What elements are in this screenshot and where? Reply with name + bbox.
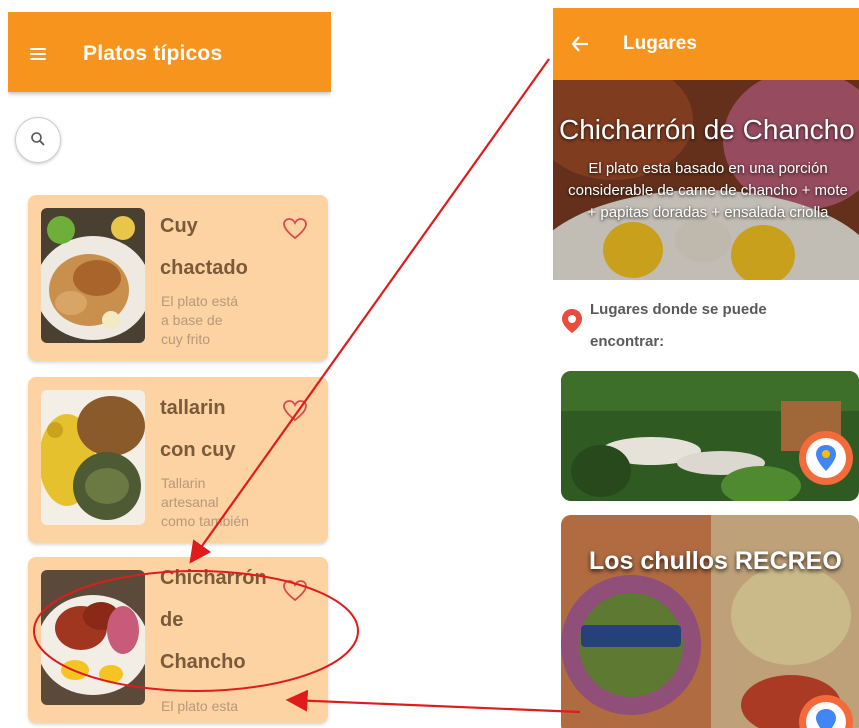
place-card[interactable] bbox=[561, 371, 859, 501]
dish-desc-line: El plato está bbox=[161, 293, 239, 309]
places-label-line: Lugares donde se puede bbox=[590, 301, 767, 318]
dish-name: Chicharrón de Chancho bbox=[160, 557, 290, 683]
places-label-line: encontrar: bbox=[590, 333, 665, 350]
places-section-label: Lugares donde se puede encontrar: bbox=[590, 294, 820, 358]
dish-desc-line: artesanal bbox=[161, 494, 219, 510]
dish-name: tallarin con cuy bbox=[160, 387, 290, 471]
app-bar: Lugares bbox=[553, 8, 859, 80]
annotation-arrow bbox=[285, 689, 581, 714]
dish-name-line: Chancho bbox=[160, 651, 246, 673]
dish-image bbox=[41, 208, 145, 343]
dish-description: El plato esta bbox=[161, 697, 271, 716]
hamburger-icon[interactable] bbox=[30, 48, 46, 60]
dish-name-line: chactado bbox=[160, 257, 248, 279]
maps-icon bbox=[806, 702, 846, 728]
dish-description: Tallarin artesanal como también bbox=[161, 474, 271, 531]
location-pin-icon bbox=[562, 309, 582, 333]
hero-title: Chicharrón de Chancho bbox=[559, 114, 855, 145]
dish-name-line: de bbox=[160, 609, 184, 631]
arrow-left-icon[interactable] bbox=[570, 34, 590, 54]
dish-desc-line: cuy frito bbox=[161, 331, 211, 347]
hero-banner: Chicharrón de Chancho El plato esta basa… bbox=[553, 80, 859, 280]
dish-name-line: Cuy bbox=[160, 215, 198, 237]
heart-icon[interactable] bbox=[282, 579, 308, 603]
dish-desc-line: como también bbox=[161, 513, 249, 529]
lugares-screen: Lugares Chicharrón de Chancho El plato e… bbox=[553, 8, 859, 728]
platos-screen: Platos típicos Cuy chactado El plato est… bbox=[8, 12, 331, 728]
dish-name-line: Chicharrón bbox=[160, 567, 267, 589]
heart-icon[interactable] bbox=[282, 217, 308, 241]
page-title: Platos típicos bbox=[83, 42, 223, 65]
dish-card-tallarin-con-cuy[interactable]: tallarin con cuy Tallarin artesanal como… bbox=[28, 377, 328, 543]
heart-icon[interactable] bbox=[282, 399, 308, 423]
place-name: Los chullos RECREO bbox=[589, 547, 842, 575]
maps-icon bbox=[806, 438, 846, 478]
dish-card-chicharron-de-chancho[interactable]: Chicharrón de Chancho El plato esta bbox=[28, 557, 328, 723]
page-title: Lugares bbox=[623, 33, 697, 54]
search-button[interactable] bbox=[15, 117, 61, 163]
dish-description: El plato está a base de cuy frito bbox=[161, 292, 271, 349]
place-card-los-chullos[interactable]: Los chullos RECREO bbox=[561, 515, 859, 728]
dish-name-line: tallarin bbox=[160, 397, 226, 419]
app-bar: Platos típicos bbox=[8, 12, 331, 92]
map-link-button[interactable] bbox=[799, 695, 853, 728]
dish-image bbox=[41, 570, 145, 705]
dish-name: Cuy chactado bbox=[160, 205, 290, 289]
search-icon bbox=[31, 132, 45, 146]
hero-description: El plato esta basado en una porción cons… bbox=[568, 160, 848, 221]
dish-card-cuy-chactado[interactable]: Cuy chactado El plato está a base de cuy… bbox=[28, 195, 328, 361]
dish-desc-line: El plato esta bbox=[161, 698, 239, 714]
dish-name-line: con cuy bbox=[160, 439, 236, 461]
dish-desc-line: Tallarin bbox=[161, 475, 206, 491]
map-link-button[interactable] bbox=[799, 431, 853, 485]
dish-desc-line: a base de bbox=[161, 312, 223, 328]
dish-image bbox=[41, 390, 145, 525]
